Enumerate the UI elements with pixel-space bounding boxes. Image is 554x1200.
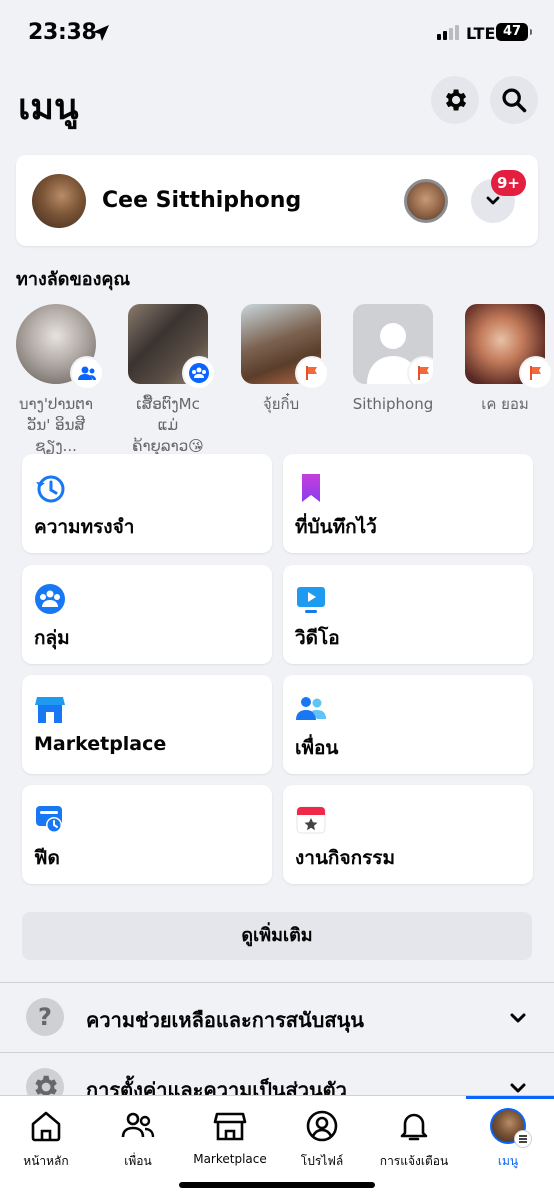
tile-friends[interactable]: เพื่อน (283, 675, 533, 774)
tile-memories[interactable]: ความทรงจำ (22, 454, 272, 553)
groups-icon (35, 584, 65, 614)
profile-avatar[interactable] (32, 174, 86, 228)
shortcut-label: Sithiphong (352, 395, 434, 413)
tile-label: Marketplace (34, 733, 167, 755)
signal-icon (437, 25, 459, 40)
memories-icon (36, 475, 65, 503)
gear-icon (446, 89, 467, 111)
nav-label: การแจ้งเตือน (379, 1154, 449, 1168)
shortcut-thumbnail (353, 304, 433, 384)
help-support-row[interactable]: ? ความช่วยเหลือและการสนับสนุน (0, 982, 554, 1052)
tile-saved[interactable]: ที่บันทึกไว้ (283, 454, 533, 553)
shortcut-label: จุ้ยกิ๋บ (262, 395, 300, 413)
chevron-down-icon (510, 1013, 526, 1023)
shortcut-label: บາງ'ປານຕາ ວັນ' ອິນສີຊຽງ... (18, 395, 94, 455)
page-title: เมนู (18, 87, 79, 128)
nav-label: เพื่อน (124, 1154, 152, 1168)
profile-icon (306, 1110, 338, 1142)
nav-label: หน้าหลัก (23, 1154, 69, 1168)
tile-events[interactable]: งานกิจกรรม (283, 785, 533, 884)
help-icon: ? (26, 998, 64, 1036)
status-time: 23:38 (28, 20, 97, 45)
search-icon (502, 88, 527, 113)
profile-name[interactable]: Cee Sitthiphong (102, 188, 301, 213)
feeds-icon (36, 806, 62, 833)
video-icon (297, 587, 325, 613)
tile-label: ที่บันทึกไว้ (295, 516, 377, 538)
nav-label: เมนู (497, 1154, 519, 1168)
flag-icon (521, 358, 551, 388)
nav-notifications[interactable]: การแจ้งเตือน (368, 1108, 460, 1171)
tile-video[interactable]: วิดีโอ (283, 565, 533, 664)
tile-feeds[interactable]: ฟีด (22, 785, 272, 884)
settings-button[interactable] (431, 76, 479, 124)
bookmark-icon (302, 474, 320, 502)
nav-home[interactable]: หน้าหลัก (0, 1108, 92, 1171)
search-button[interactable] (490, 76, 538, 124)
calendar-icon (296, 806, 326, 834)
notification-badge: 9+ (491, 170, 527, 196)
flag-icon (409, 358, 433, 384)
battery-level: 47 (502, 24, 522, 39)
nav-label: Marketplace (193, 1152, 267, 1166)
network-type: LTE (466, 24, 496, 43)
see-more-button[interactable]: ดูเพิ่มเติม (22, 912, 532, 960)
menu-lines-icon (514, 1130, 532, 1148)
shortcut-item[interactable]: ເສື້ອຕົງMc ແມ່ ຄ້າຍຸລາວ😘 (127, 304, 214, 457)
tile-label: กลุ่ม (34, 627, 70, 649)
battery-icon: 47 (496, 23, 532, 41)
shortcut-item[interactable]: จุ้ยกิ๋บ (240, 304, 327, 415)
shortcut-label: ເສື້ອຕົງMc ແມ່ ຄ້າຍຸລາວ😘 (132, 395, 204, 455)
shortcut-item[interactable]: เค ยอม (464, 304, 551, 415)
shortcut-thumbnail (465, 304, 551, 388)
tile-label: วิดีโอ (295, 627, 340, 649)
nav-marketplace[interactable]: Marketplace (184, 1108, 276, 1166)
friends-icon (121, 1112, 155, 1138)
tile-label: งานกิจกรรม (295, 847, 396, 869)
shortcuts-heading: ทางลัดของคุณ (16, 269, 131, 290)
friends-icon (296, 697, 326, 720)
nav-label: โปรไฟล์ (300, 1154, 344, 1168)
nav-friends[interactable]: เพื่อน (92, 1108, 184, 1171)
flag-icon (297, 358, 327, 388)
tile-label: ฟีด (34, 847, 60, 869)
nav-menu[interactable]: เมนู (462, 1108, 554, 1171)
active-tab-indicator (466, 1096, 554, 1099)
shortcut-thumbnail (241, 304, 327, 388)
shortcut-item[interactable]: บາງ'ປານຕາ ວັນ' ອິນສີຊຽງ... (15, 304, 102, 457)
tile-marketplace[interactable]: Marketplace (22, 675, 272, 774)
shortcut-thumbnail (128, 304, 214, 388)
home-icon (31, 1111, 61, 1142)
bell-icon (400, 1113, 428, 1141)
shortcut-item[interactable]: Sithiphong (352, 304, 434, 415)
home-indicator (179, 1182, 375, 1188)
location-arrow-icon (93, 25, 109, 41)
tile-label: ความทรงจำ (34, 516, 135, 538)
help-support-label: ความช่วยเหลือและการสนับสนุน (86, 1008, 364, 1032)
tile-label: เพื่อน (295, 737, 339, 759)
marketplace-icon (213, 1112, 247, 1141)
switch-profile-avatar[interactable] (404, 179, 448, 223)
nav-profile[interactable]: โปรไฟล์ (276, 1108, 368, 1171)
tile-groups[interactable]: กลุ่ม (22, 565, 272, 664)
group-icon (184, 358, 214, 388)
marketplace-icon (35, 697, 65, 723)
profile-card[interactable]: Cee Sitthiphong 9+ (16, 155, 538, 246)
group-icon (72, 358, 102, 388)
status-bar: 23:38 LTE 47 (0, 0, 554, 64)
shortcut-thumbnail (16, 304, 102, 388)
shortcut-label: เค ยอม (481, 395, 529, 413)
